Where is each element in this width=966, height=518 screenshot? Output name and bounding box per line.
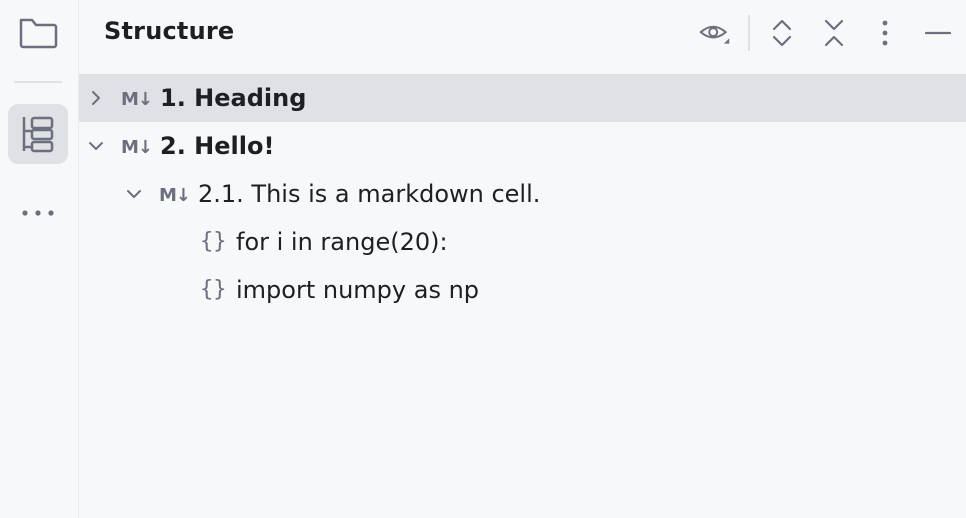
collapse-all-icon [824,19,844,47]
structure-panel: Structure M↓ 1. Heading M↓ 2. Hello! M↓ … [79,0,966,518]
tool-window-stripe [0,0,79,518]
minimize-icon [925,31,951,35]
eye-icon [699,25,730,44]
options-button[interactable] [869,17,901,49]
expand-all-icon [772,19,792,47]
tree-node-label: 2. Hello! [160,132,275,160]
tree-node-code-cell[interactable]: {} for i in range(20): [79,218,966,266]
tree-node-code-cell[interactable]: {} import numpy as np [79,266,966,314]
hide-button[interactable] [922,17,954,49]
tree-node-label: for i in range(20): [236,228,448,256]
structure-tree: M↓ 1. Heading M↓ 2. Hello! M↓ 2.1. This … [79,74,966,314]
chevron-down-icon[interactable] [126,186,142,202]
tree-node-markdown-cell[interactable]: M↓ 2.1. This is a markdown cell. [79,170,966,218]
stripe-separator [14,81,62,83]
tree-node-label: import numpy as np [236,276,480,304]
more-tool-windows-button[interactable] [8,183,68,243]
markdown-icon: M↓ [121,89,153,110]
tree-node-heading[interactable]: M↓ 1. Heading [79,74,966,122]
structure-tool-button[interactable] [8,104,68,164]
more-vertical-icon [882,20,888,46]
panel-title: Structure [104,17,235,45]
folder-icon [19,18,58,49]
markdown-icon: M↓ [121,137,153,158]
more-horizontal-icon [22,210,54,216]
preview-button[interactable] [699,17,731,49]
tree-node-label: 1. Heading [160,84,307,112]
markdown-icon: M↓ [159,185,191,206]
structure-icon [22,116,54,153]
chevron-down-icon[interactable] [88,138,104,154]
tree-node-label: 2.1. This is a markdown cell. [198,180,541,208]
collapse-all-button[interactable] [818,17,850,49]
expand-all-button[interactable] [766,17,798,49]
code-cell-icon: {} [200,277,227,302]
project-tool-button[interactable] [8,2,68,62]
tree-node-hello[interactable]: M↓ 2. Hello! [79,122,966,170]
panel-header: Structure [79,0,966,66]
chevron-right-icon[interactable] [88,90,104,106]
code-cell-icon: {} [200,229,227,254]
toolbar-separator [748,15,750,51]
